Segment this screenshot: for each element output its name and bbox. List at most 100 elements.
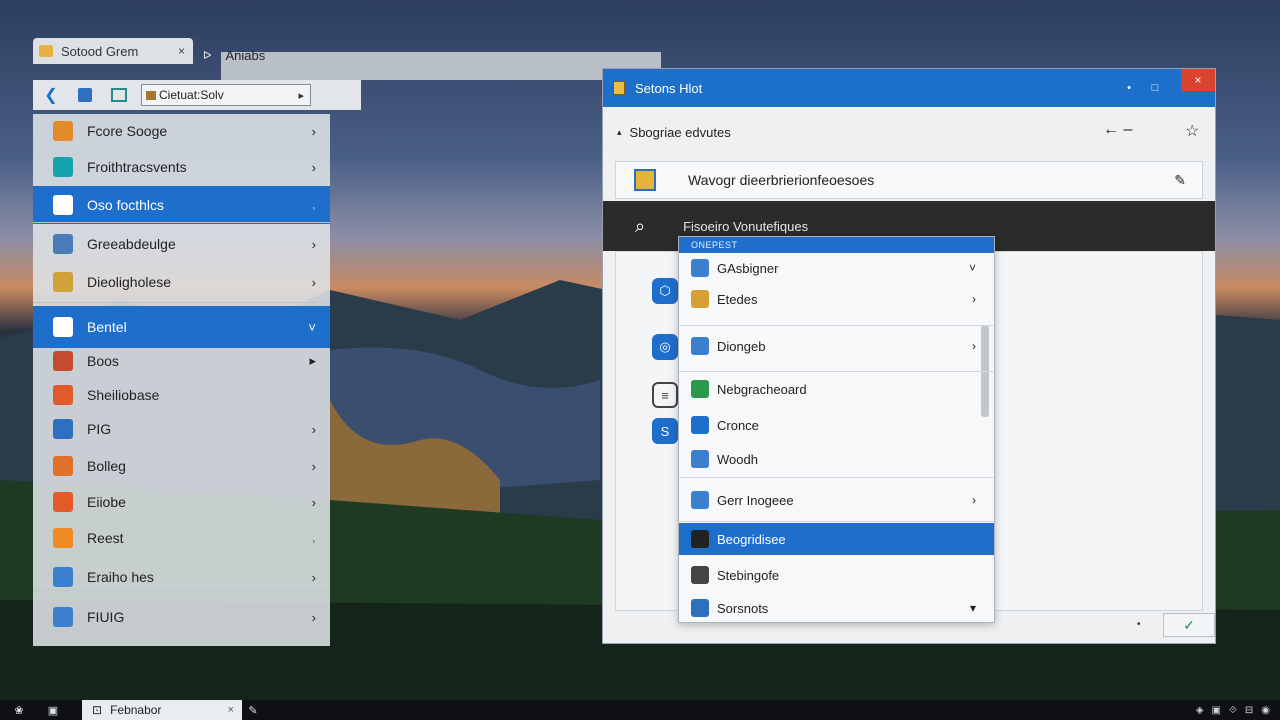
- search-text: Fisoeiro Vonutefiques: [683, 218, 809, 234]
- info-icon: [691, 491, 709, 509]
- tab-close-icon[interactable]: ×: [178, 44, 185, 58]
- menu-item-label: Woodh: [717, 451, 758, 467]
- status-dot: •: [1137, 619, 1141, 630]
- camera-icon[interactable]: ◎: [652, 334, 678, 360]
- pin-icon[interactable]: ✎: [1174, 172, 1186, 189]
- chevron-icon: ›: [972, 339, 976, 353]
- info-text: Wavogr dieerbrierionfeoesoes: [688, 172, 875, 188]
- dropdown-menu: ONEPEST GAsbigner ˅ Etedes › Diongeb › Nebgrac…: [678, 236, 995, 623]
- chart-icon[interactable]: [107, 83, 131, 107]
- menu-item[interactable]: Woodh: [679, 443, 994, 475]
- sidebar-item[interactable]: Fcore Sooge ›: [33, 114, 330, 148]
- sidebar-item[interactable]: Eraiho hes ›: [33, 560, 330, 594]
- save-icon[interactable]: [73, 83, 97, 107]
- menu-item[interactable]: Gerr Inogeee ›: [679, 479, 994, 521]
- tray-icon-3[interactable]: ⟐: [1229, 705, 1237, 716]
- sidebar-item[interactable]: Boos ▸: [33, 346, 330, 376]
- folder-icon: [634, 169, 656, 191]
- maximize-button[interactable]: □: [1145, 69, 1165, 107]
- tray-icon-4[interactable]: ⊟: [1245, 705, 1253, 716]
- dropdown-header: ONEPEST: [679, 237, 994, 253]
- sidebar-action-icon[interactable]: ⬡: [652, 278, 678, 304]
- db-icon: [691, 599, 709, 617]
- taskbar-app-icon: ⊡: [92, 703, 103, 717]
- sidebar-item[interactable]: Greeabdeulge ›: [33, 226, 330, 262]
- tablet-icon: [691, 416, 709, 434]
- monitor-icon: [53, 157, 73, 177]
- menu-item-label: GAsbigner: [717, 260, 779, 276]
- chevron-icon: ›: [972, 292, 976, 306]
- chevron-icon: ›: [972, 493, 976, 507]
- back-arrow-icon[interactable]: ← –: [1103, 121, 1132, 139]
- menu-item[interactable]: Sorsnots ▾: [679, 593, 994, 623]
- window-title: Setons Hlot: [635, 80, 703, 96]
- caret-icon: ▴: [617, 126, 622, 137]
- sidebar-item-label: Fcore Sooge: [87, 123, 168, 139]
- sidebar-item[interactable]: Eiiobe ›: [33, 486, 330, 518]
- sidebar-item-label: Reest: [87, 530, 124, 546]
- menu-item-label: Stebingofe: [717, 567, 780, 583]
- chevron-icon: ˅: [308, 319, 316, 335]
- close-button[interactable]: ×: [1181, 69, 1215, 91]
- info-row[interactable]: Wavogr dieerbrierionfeoesoes ✎: [615, 161, 1203, 199]
- menu-item-label: Nebgracheoard: [717, 381, 807, 397]
- menu-item[interactable]: Etedes ›: [679, 283, 994, 315]
- shield-icon: [53, 195, 73, 215]
- chevron-icon: ›: [311, 609, 316, 625]
- pen-icon[interactable]: ✎: [242, 700, 264, 720]
- sidebar-item[interactable]: Reest ˒: [33, 522, 330, 554]
- taskbar-item-label: Febnabor: [110, 703, 162, 717]
- sidebar-item-label: Eiiobe: [87, 494, 126, 510]
- edit-icon: [53, 272, 73, 292]
- star-icon[interactable]: ☆: [1185, 121, 1199, 141]
- tab-active[interactable]: Sotood Grem ×: [33, 38, 193, 64]
- go-icon[interactable]: ▸: [298, 89, 304, 102]
- grid-icon: [53, 607, 73, 627]
- menu-item[interactable]: GAsbigner ˅: [679, 253, 994, 283]
- shield-icon[interactable]: S: [652, 418, 678, 444]
- tray-icon-2[interactable]: ▣: [1212, 705, 1221, 716]
- taskbar: ❀ ▣ ⊡ Febnabor × ✎ ◈ ▣ ⟐ ⊟ ◉: [0, 700, 1280, 720]
- ok-button[interactable]: ✓: [1163, 613, 1215, 637]
- sidebar-item[interactable]: Bentel ˅: [33, 306, 330, 348]
- address-field[interactable]: Cietuat:Solv ▸: [141, 84, 311, 106]
- gear-icon: [53, 528, 73, 548]
- sidebar-item-label: Bolleg: [87, 458, 126, 474]
- menu-item[interactable]: Stebingofe: [679, 559, 994, 591]
- back-arrow-icon[interactable]: ❮: [39, 83, 63, 107]
- menu-item[interactable]: Cronce: [679, 409, 994, 441]
- sidebar-item[interactable]: Bolleg ›: [33, 450, 330, 482]
- sidebar-item[interactable]: Oso focthlcs ˒: [33, 186, 330, 224]
- divider: [33, 590, 330, 591]
- minimize-button[interactable]: •: [1119, 69, 1139, 107]
- sidebar-item[interactable]: FIUIG ›: [33, 600, 330, 634]
- command-row: ▴ Sbogriae edvutes ← – ☆: [603, 107, 1215, 157]
- command-label: Sbogriae edvutes: [629, 124, 731, 140]
- tray-icon-5[interactable]: ◉: [1261, 705, 1270, 716]
- menu-item[interactable]: Diongeb ›: [679, 327, 994, 365]
- sidebar-item[interactable]: PIG ›: [33, 414, 330, 444]
- task-view-icon[interactable]: ▣: [42, 700, 64, 720]
- sidebar-item[interactable]: Sheiliobase: [33, 380, 330, 410]
- tray-icon-1[interactable]: ◈: [1196, 705, 1204, 716]
- menu-item[interactable]: Beogridisee: [679, 523, 994, 555]
- page-icon: [691, 337, 709, 355]
- tab-secondary-label: Aniabs: [225, 47, 266, 63]
- tab-secondary[interactable]: ᐅ Aniabs: [203, 44, 353, 66]
- sidebar-item-label: FIUIG: [87, 609, 125, 625]
- taskbar-item[interactable]: ⊡ Febnabor ×: [82, 700, 242, 720]
- menu-item[interactable]: Nebgracheoard: [679, 373, 994, 405]
- folder-icon: [39, 45, 53, 57]
- chevron-icon: ▾: [969, 601, 976, 615]
- list-icon[interactable]: ≡: [652, 382, 678, 408]
- taskbar-close-icon[interactable]: ×: [228, 704, 234, 716]
- tab-label: Sotood Grem: [61, 43, 139, 59]
- folder-icon: [691, 290, 709, 308]
- sidebar-item-label: Eraiho hes: [87, 569, 154, 585]
- start-icon[interactable]: ❀: [8, 700, 30, 720]
- chevron-icon: ›: [311, 421, 316, 437]
- left-nav-bar: ❮ Cietuat:Solv ▸: [33, 80, 330, 110]
- sidebar-item[interactable]: Froithtracsvents ›: [33, 150, 330, 184]
- sidebar-item[interactable]: Dieoligholese ›: [33, 264, 330, 300]
- bug-icon: [53, 492, 73, 512]
